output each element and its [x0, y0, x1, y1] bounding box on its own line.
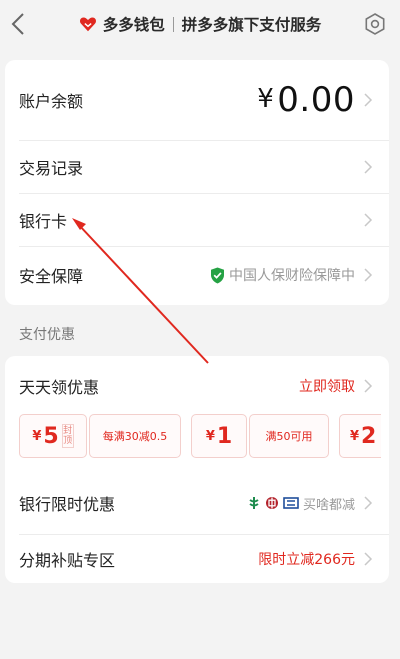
transactions-label: 交易记录 — [19, 159, 84, 178]
settings-button[interactable] — [360, 9, 390, 39]
top-bar: 多多钱包 拼多多旗下支付服务 — [0, 0, 400, 48]
brand-subtitle: 拼多多旗下支付服务 — [181, 16, 322, 34]
coupon-currency: ¥ — [350, 428, 360, 444]
claim-now-link[interactable]: 立即领取 — [299, 376, 355, 396]
daily-offers-label: 天天领优惠 — [19, 378, 100, 397]
coupon-value: 5 — [43, 423, 59, 449]
promotions-card: 天天领优惠 立即领取 ¥ 5 封顶 每满30减0.5 ¥ 1 满50可用 ¥ 2… — [5, 356, 389, 583]
divider — [19, 534, 389, 535]
security-row[interactable]: 安全保障 中国人保财险保障中 — [5, 247, 389, 303]
header-title: 多多钱包 拼多多旗下支付服务 — [79, 13, 322, 35]
coupon-condition[interactable]: 满50可用 — [249, 414, 329, 458]
coupon-currency: ¥ — [205, 428, 215, 444]
chevron-left-icon — [11, 13, 24, 35]
bank-of-communications-icon — [283, 497, 299, 509]
balance-value: 0.00 — [277, 80, 355, 120]
installment-offer: 限时立减266元 — [258, 552, 355, 568]
bank-of-china-icon — [265, 497, 278, 509]
balance-label: 账户余额 — [19, 92, 84, 111]
coupon-amount[interactable]: ¥ 2 — [339, 414, 381, 458]
coupon-desc: 每满30减0.5 — [102, 430, 168, 443]
installment-row[interactable]: 分期补贴专区 限时立减266元 — [5, 539, 389, 579]
insurance-badge: 中国人保财险保障中 — [210, 265, 355, 285]
balance-amount: ¥0.00 — [257, 83, 355, 117]
brand-name: 多多钱包 — [102, 16, 165, 34]
bank-offers-note: 买啥都减 — [302, 497, 355, 513]
title-divider — [172, 16, 174, 32]
bank-offers-label: 银行限时优惠 — [19, 495, 116, 514]
chevron-right-icon — [364, 268, 373, 282]
coupon-condition[interactable]: 每满30减0.5 — [89, 414, 181, 458]
bank-card-label: 银行卡 — [19, 212, 68, 231]
chevron-right-icon — [364, 160, 373, 174]
coupon-cap-tag: 封顶 — [61, 424, 74, 448]
section-title-payment-offers: 支付优惠 — [19, 327, 75, 343]
installment-label: 分期补贴专区 — [19, 551, 116, 570]
coupon-amount[interactable]: ¥ 1 — [191, 414, 247, 458]
gear-icon — [365, 13, 385, 35]
coupon-value: 1 — [216, 423, 233, 449]
chevron-right-icon — [364, 496, 373, 510]
bank-logos: 买啥都减 — [247, 494, 355, 513]
chevron-right-icon — [364, 213, 373, 227]
heart-logo-icon — [79, 17, 96, 32]
daily-offers-row[interactable]: 天天领优惠 立即领取 — [5, 366, 389, 406]
bank-card-row[interactable]: 银行卡 — [5, 194, 389, 246]
shield-check-icon — [211, 267, 224, 283]
coupon-amount[interactable]: ¥ 5 封顶 — [19, 414, 87, 458]
coupon-strip[interactable]: ¥ 5 封顶 每满30减0.5 ¥ 1 满50可用 ¥ 2 — [19, 414, 381, 458]
currency-symbol: ¥ — [257, 84, 275, 114]
coupon-value: 2 — [361, 423, 377, 449]
transactions-row[interactable]: 交易记录 — [5, 141, 389, 193]
bank-offers-row[interactable]: 银行限时优惠 买啥都减 — [5, 480, 389, 526]
chevron-right-icon — [364, 552, 373, 566]
coupon-desc: 满50可用 — [265, 430, 313, 443]
back-button[interactable] — [4, 8, 32, 40]
balance-row[interactable]: 账户余额 ¥0.00 — [5, 60, 389, 140]
chevron-right-icon — [364, 93, 373, 107]
agricultural-bank-icon — [249, 497, 259, 509]
insurance-text: 中国人保财险保障中 — [229, 268, 355, 284]
chevron-right-icon — [364, 379, 373, 393]
coupon-currency: ¥ — [32, 428, 42, 444]
account-card: 账户余额 ¥0.00 交易记录 银行卡 安全保障 中国人保财险保障中 — [5, 60, 389, 305]
security-label: 安全保障 — [19, 267, 84, 286]
